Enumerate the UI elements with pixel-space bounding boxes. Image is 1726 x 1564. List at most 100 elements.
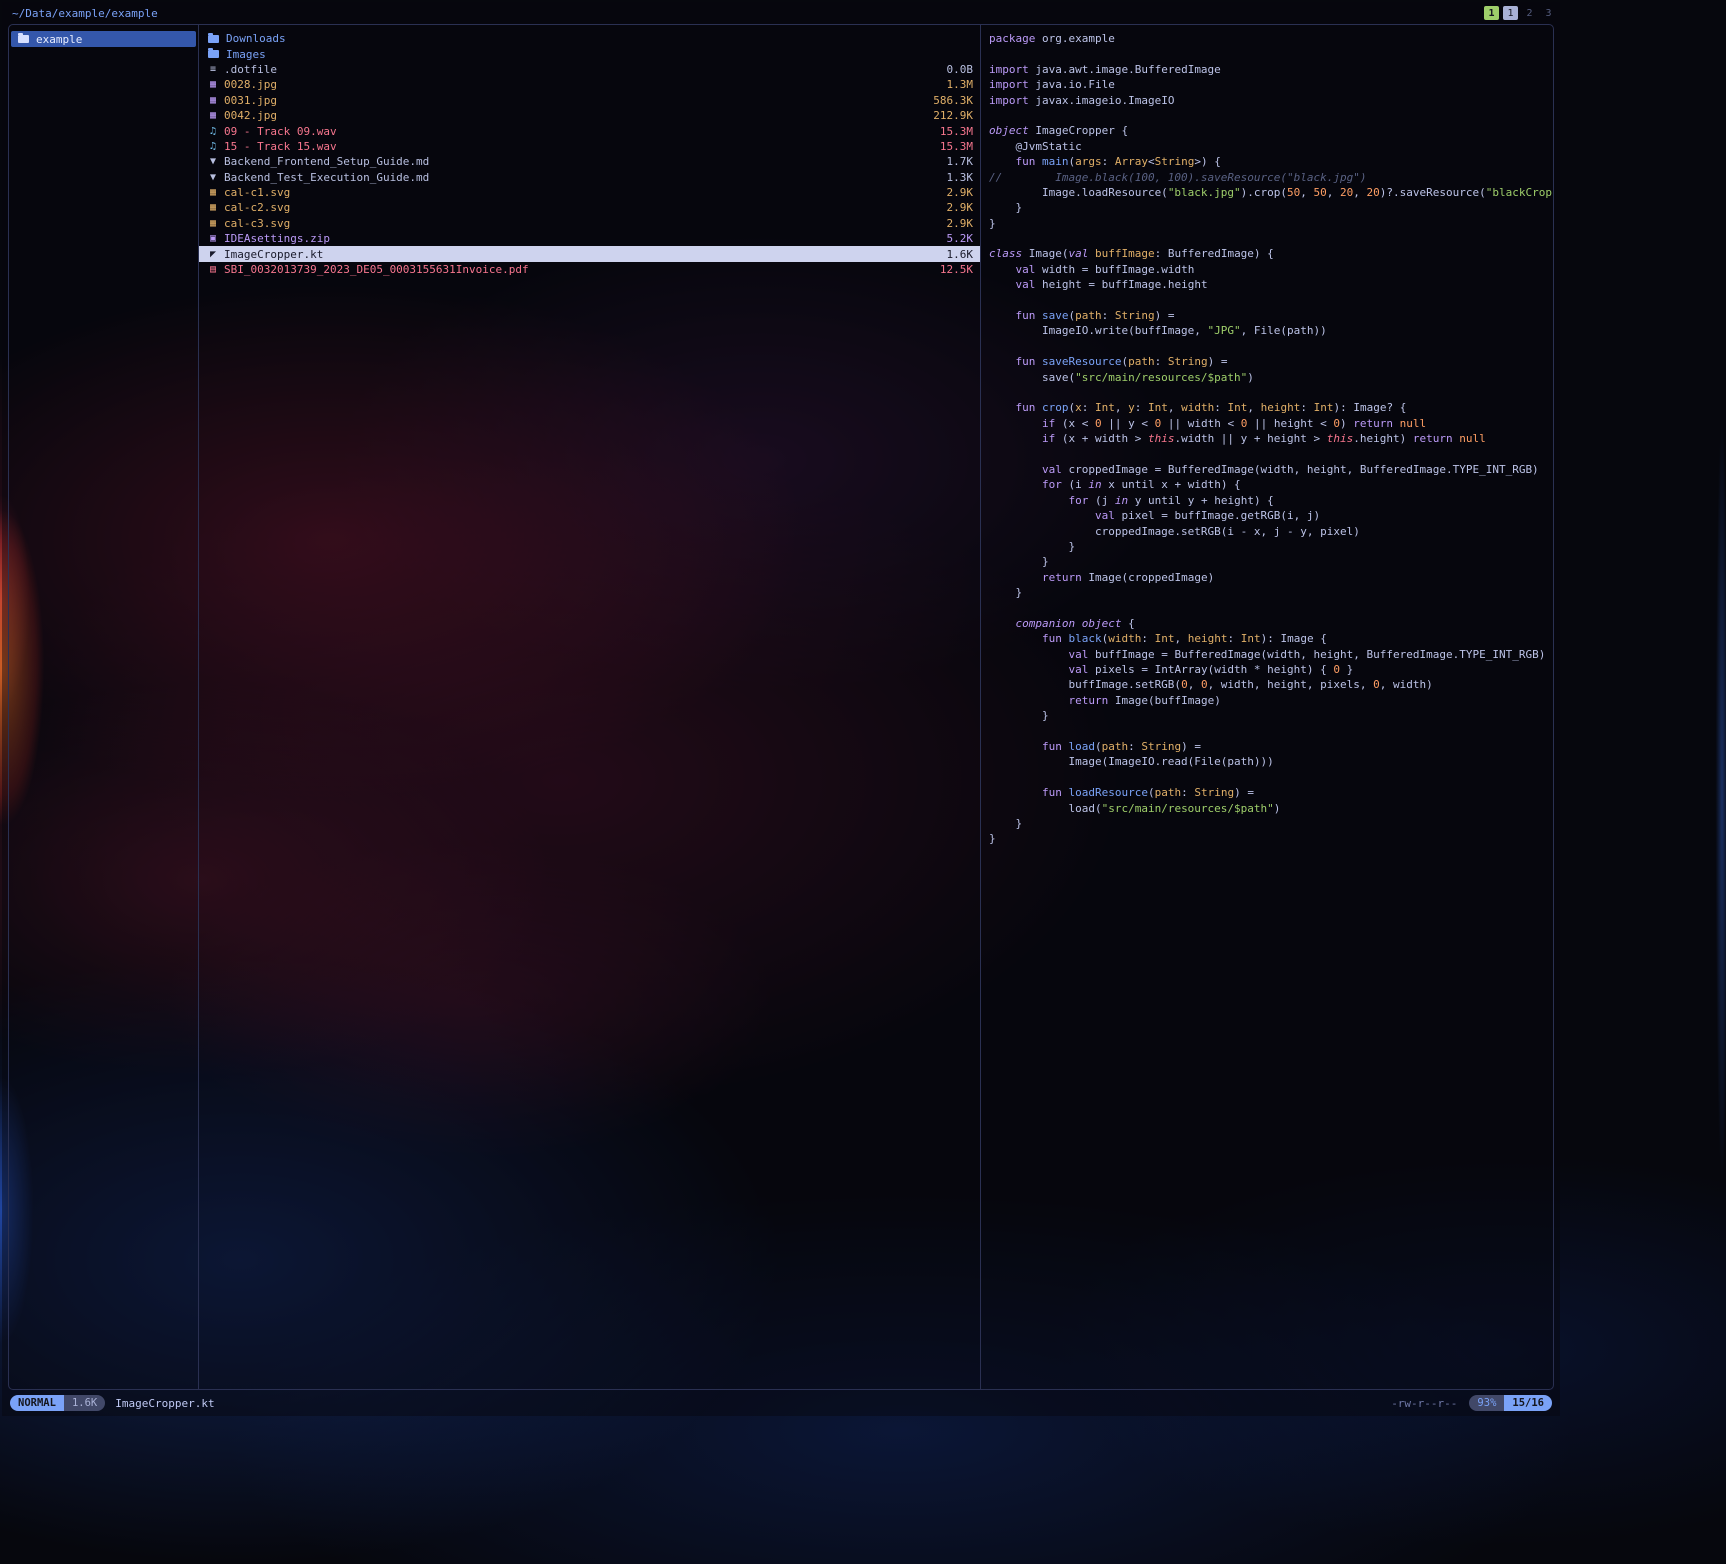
file-size: 1.6K bbox=[939, 248, 974, 261]
status-bar: NORMAL 1.6K ImageCropper.kt -rw-r--r-- 9… bbox=[10, 1394, 1552, 1412]
code-line: class Image(val buffImage: BufferedImage… bbox=[989, 246, 1545, 261]
file-name: cal-c2.svg bbox=[224, 201, 290, 214]
code-line: } bbox=[989, 554, 1545, 569]
code-line: fun main(args: Array<String>) { bbox=[989, 154, 1545, 169]
file-size: 212.9K bbox=[925, 109, 973, 122]
file-name: Backend_Test_Execution_Guide.md bbox=[224, 171, 429, 184]
file-row[interactable]: ▦cal-c2.svg2.9K bbox=[199, 200, 980, 215]
file-row[interactable]: Images bbox=[199, 46, 980, 61]
zip-icon: ▣ bbox=[206, 233, 220, 244]
markdown-icon: ▼ bbox=[206, 156, 220, 167]
code-line: if (x < 0 || y < 0 || width < 0 || heigh… bbox=[989, 416, 1545, 431]
code-line bbox=[989, 770, 1545, 785]
tab-3[interactable]: 2 bbox=[1522, 6, 1537, 20]
status-right-group: -rw-r--r-- 93% 15/16 bbox=[1391, 1395, 1552, 1411]
file-row[interactable]: ▤ SBI_0032013739_2023_DE05_0003155631Invo… bbox=[199, 262, 980, 277]
file-size: 1.3M bbox=[939, 78, 974, 91]
code-line: val croppedImage = BufferedImage(width, … bbox=[989, 462, 1545, 477]
code-line: } bbox=[989, 216, 1545, 231]
code-line: fun black(width: Int, height: Int): Imag… bbox=[989, 631, 1545, 646]
file-row[interactable]: ▦0031.jpg586.3K bbox=[199, 93, 980, 108]
image-icon: ▦ bbox=[206, 202, 220, 213]
file-size: 15.3M bbox=[932, 125, 973, 138]
file-name: SBI_0032013739_2023_DE05_0003155631Invoi… bbox=[224, 263, 529, 276]
code-line: for (j in y until y + height) { bbox=[989, 493, 1545, 508]
code-line bbox=[989, 600, 1545, 615]
file-row[interactable]: ▦0028.jpg1.3M bbox=[199, 77, 980, 92]
file-row[interactable]: ◤ImageCropper.kt1.6K bbox=[199, 246, 980, 261]
code-line: } bbox=[989, 816, 1545, 831]
image-icon: ▦ bbox=[206, 79, 220, 90]
image-icon: ▦ bbox=[206, 218, 220, 229]
file-name: .dotfile bbox=[224, 63, 277, 76]
file-row[interactable]: ▦cal-c1.svg2.9K bbox=[199, 185, 980, 200]
code-line: return Image(buffImage) bbox=[989, 693, 1545, 708]
file-row[interactable]: ▼Backend_Frontend_Setup_Guide.md1.7K bbox=[199, 154, 980, 169]
file-name: Images bbox=[226, 48, 266, 61]
file-row[interactable]: ▣IDEAsettings.zip5.2K bbox=[199, 231, 980, 246]
code-line: val height = buffImage.height bbox=[989, 277, 1545, 292]
scroll-percent-badge: 93% bbox=[1469, 1395, 1504, 1411]
file-size-badge: 1.6K bbox=[64, 1395, 105, 1411]
file-row[interactable]: ♫09 - Track 09.wav15.3M bbox=[199, 123, 980, 138]
file-size: 15.3M bbox=[932, 140, 973, 153]
permissions-text: -rw-r--r-- bbox=[1391, 1397, 1457, 1410]
code-line: fun save(path: String) = bbox=[989, 308, 1545, 323]
code-line: val pixel = buffImage.getRGB(i, j) bbox=[989, 508, 1545, 523]
image-icon: ▦ bbox=[206, 187, 220, 198]
parent-dir-item[interactable]: example bbox=[11, 31, 196, 47]
file-list-panel: DownloadsImages≡.dotfile0.0B▦0028.jpg1.3… bbox=[199, 25, 981, 1389]
image-icon: ▦ bbox=[206, 110, 220, 121]
code-line: } bbox=[989, 200, 1545, 215]
file-name: 0042.jpg bbox=[224, 109, 277, 122]
code-line bbox=[989, 46, 1545, 61]
code-line: } bbox=[989, 831, 1545, 846]
code-line: save("src/main/resources/$path") bbox=[989, 370, 1545, 385]
markdown-icon: ▼ bbox=[206, 172, 220, 183]
file-size: 0.0B bbox=[939, 63, 974, 76]
file-row[interactable]: Downloads bbox=[199, 31, 980, 46]
file-row[interactable]: ≡.dotfile0.0B bbox=[199, 62, 980, 77]
file-name: Backend_Frontend_Setup_Guide.md bbox=[224, 155, 429, 168]
header-bar: ~/Data/example/example 1123 bbox=[2, 2, 1560, 24]
audio-icon: ♫ bbox=[206, 141, 220, 152]
code-line: load("src/main/resources/$path") bbox=[989, 801, 1545, 816]
pdf-icon: ▤ bbox=[206, 264, 220, 275]
folder-icon bbox=[208, 35, 219, 43]
image-icon: ▦ bbox=[206, 95, 220, 106]
file-name: 09 - Track 09.wav bbox=[224, 125, 337, 138]
file-size: 12.5K bbox=[932, 263, 973, 276]
code-line: fun crop(x: Int, y: Int, width: Int, hei… bbox=[989, 400, 1545, 415]
file-size: 1.3K bbox=[939, 171, 974, 184]
code-line bbox=[989, 231, 1545, 246]
main-area: example DownloadsImages≡.dotfile0.0B▦002… bbox=[8, 24, 1554, 1390]
code-line: ImageIO.write(buffImage, "JPG", File(pat… bbox=[989, 323, 1545, 338]
file-size: 5.2K bbox=[939, 232, 974, 245]
code-line: } bbox=[989, 585, 1545, 600]
code-line: val pixels = IntArray(width * height) { … bbox=[989, 662, 1545, 677]
yazi-file-manager-window: ~/Data/example/example 1123 example Down… bbox=[2, 2, 1560, 1416]
code-line: val width = buffImage.width bbox=[989, 262, 1545, 277]
code-line: Image.loadResource("black.jpg").crop(50,… bbox=[989, 185, 1545, 200]
file-row[interactable]: ▦ 0042.jpg 212.9K bbox=[199, 108, 980, 123]
file-row[interactable]: ▼ Backend_Test_Execution_Guide.md 1.3K bbox=[199, 170, 980, 185]
code-line: for (i in x until x + width) { bbox=[989, 477, 1545, 492]
parent-dir-name: example bbox=[36, 33, 82, 46]
code-line: import java.io.File bbox=[989, 77, 1545, 92]
tab-4[interactable]: 3 bbox=[1541, 6, 1556, 20]
tab-2[interactable]: 1 bbox=[1503, 6, 1518, 20]
code-line: import javax.imageio.ImageIO bbox=[989, 93, 1545, 108]
code-line: Image(ImageIO.read(File(path))) bbox=[989, 754, 1545, 769]
code-line bbox=[989, 108, 1545, 123]
code-line bbox=[989, 293, 1545, 308]
preview-code: package org.example import java.awt.imag… bbox=[981, 31, 1553, 847]
file-name: ImageCropper.kt bbox=[224, 248, 323, 261]
tab-1[interactable]: 1 bbox=[1484, 6, 1499, 20]
file-name: 0031.jpg bbox=[224, 94, 277, 107]
tab-bar: 1123 bbox=[1480, 6, 1556, 20]
file-name: cal-c1.svg bbox=[224, 186, 290, 199]
code-line: fun saveResource(path: String) = bbox=[989, 354, 1545, 369]
file-row[interactable]: ♫15 - Track 15.wav15.3M bbox=[199, 139, 980, 154]
code-line: } bbox=[989, 539, 1545, 554]
file-row[interactable]: ▦cal-c3.svg2.9K bbox=[199, 216, 980, 231]
